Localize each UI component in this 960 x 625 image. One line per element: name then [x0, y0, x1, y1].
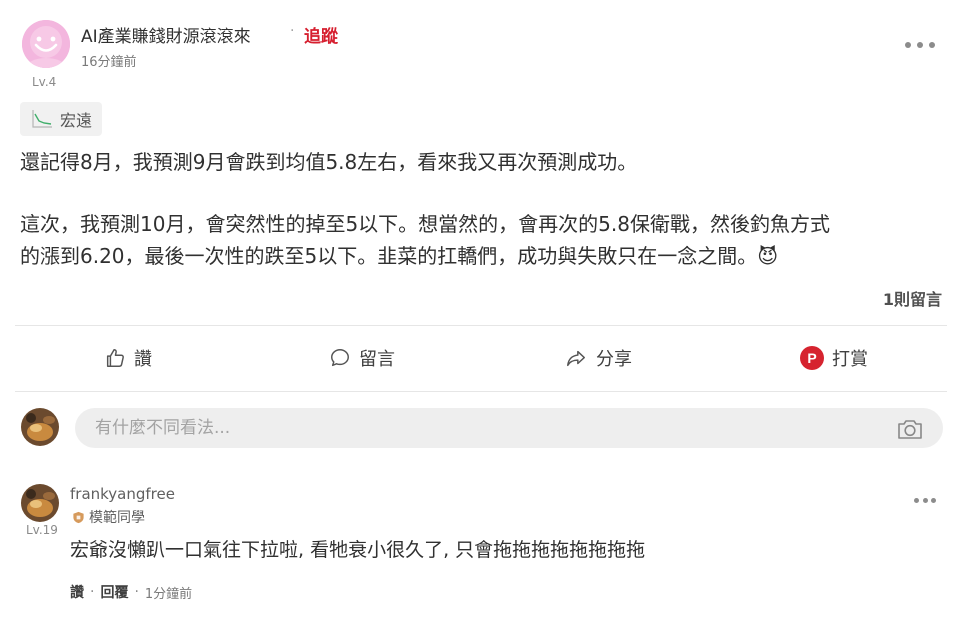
comment-meta: 讚 · 回覆 · 1分鐘前: [70, 582, 192, 602]
thumbs-up-icon: [106, 349, 124, 367]
commenter-level: Lv.19: [26, 523, 58, 537]
comment-time: 1分鐘前: [144, 586, 193, 602]
stock-tag-label: 宏遠: [60, 111, 93, 130]
post-time: 16分鐘前: [81, 55, 137, 70]
commenter-badge: 模範同學: [72, 507, 145, 527]
camera-icon[interactable]: [896, 416, 924, 446]
comment-input[interactable]: [75, 408, 943, 448]
comment-button[interactable]: 留言: [329, 345, 395, 371]
tip-button[interactable]: P 打賞: [800, 345, 868, 371]
share-button[interactable]: 分享: [564, 345, 632, 371]
author-level: Lv.4: [32, 75, 57, 89]
like-label: 讚: [134, 349, 152, 370]
separator-dot: ·: [90, 584, 95, 600]
shield-badge-icon: [73, 511, 84, 523]
comment-item: Lv.19 frankyangfree 模範同學 宏爺沒懶趴一口氣往下拉啦, 看…: [20, 482, 945, 607]
follow-button[interactable]: 追蹤: [304, 22, 338, 47]
author-name[interactable]: AI產業賺錢財源滾滾來: [81, 22, 251, 47]
comment-text: 宏爺沒懶趴一口氣往下拉啦, 看牠衰小很久了, 只會拖拖拖拖拖拖拖拖: [70, 539, 646, 561]
comment-count[interactable]: 1則留言: [883, 286, 942, 310]
share-arrow-icon: [567, 350, 585, 367]
comment-more-icon[interactable]: [914, 498, 936, 504]
divider: [15, 391, 947, 392]
comment-reply-button[interactable]: 回覆: [100, 582, 128, 602]
commenter-avatar[interactable]: [21, 484, 59, 522]
commenter-name[interactable]: frankyangfree: [70, 485, 175, 503]
tip-label: 打賞: [832, 349, 868, 370]
action-bar: 讚 留言 分享 P 打賞: [15, 325, 947, 391]
more-options-icon[interactable]: [905, 42, 935, 50]
comment-like-button[interactable]: 讚: [70, 582, 84, 602]
post-body-line: 這次，我預測10月，會突然性的掉至5以下。想當然的，會再次的5.8保衛戰，然後釣…: [20, 212, 830, 236]
post-body-line: 還記得8月，我預測9月會跌到均值5.8左右，看來我又再次預測成功。: [20, 150, 638, 174]
share-label: 分享: [596, 349, 632, 370]
stock-tag[interactable]: 宏遠: [20, 102, 103, 136]
comment-label: 留言: [359, 349, 395, 370]
post-body-line: 的漲到6.20，最後一次性的跌至5以下。韭菜的扛轎們，成功與失敗只在一念之間。😈: [20, 244, 779, 268]
post-body: 還記得8月，我預測9月會跌到均值5.8左右，看來我又再次預測成功。 這次，我預測…: [20, 146, 945, 272]
like-button[interactable]: 讚: [104, 345, 152, 371]
separator-dot: ·: [134, 584, 139, 600]
speech-bubble-icon: [331, 349, 349, 367]
separator-dot: ·: [290, 23, 295, 39]
badge-label: 模範同學: [89, 510, 145, 526]
post-header: Lv.4 AI產業賺錢財源滾滾來 · 追蹤 16分鐘前: [20, 18, 950, 89]
stock-chart-icon: [32, 110, 52, 128]
tip-coin-icon: P: [800, 346, 824, 370]
author-avatar[interactable]: [22, 20, 70, 68]
user-avatar[interactable]: [21, 408, 59, 446]
